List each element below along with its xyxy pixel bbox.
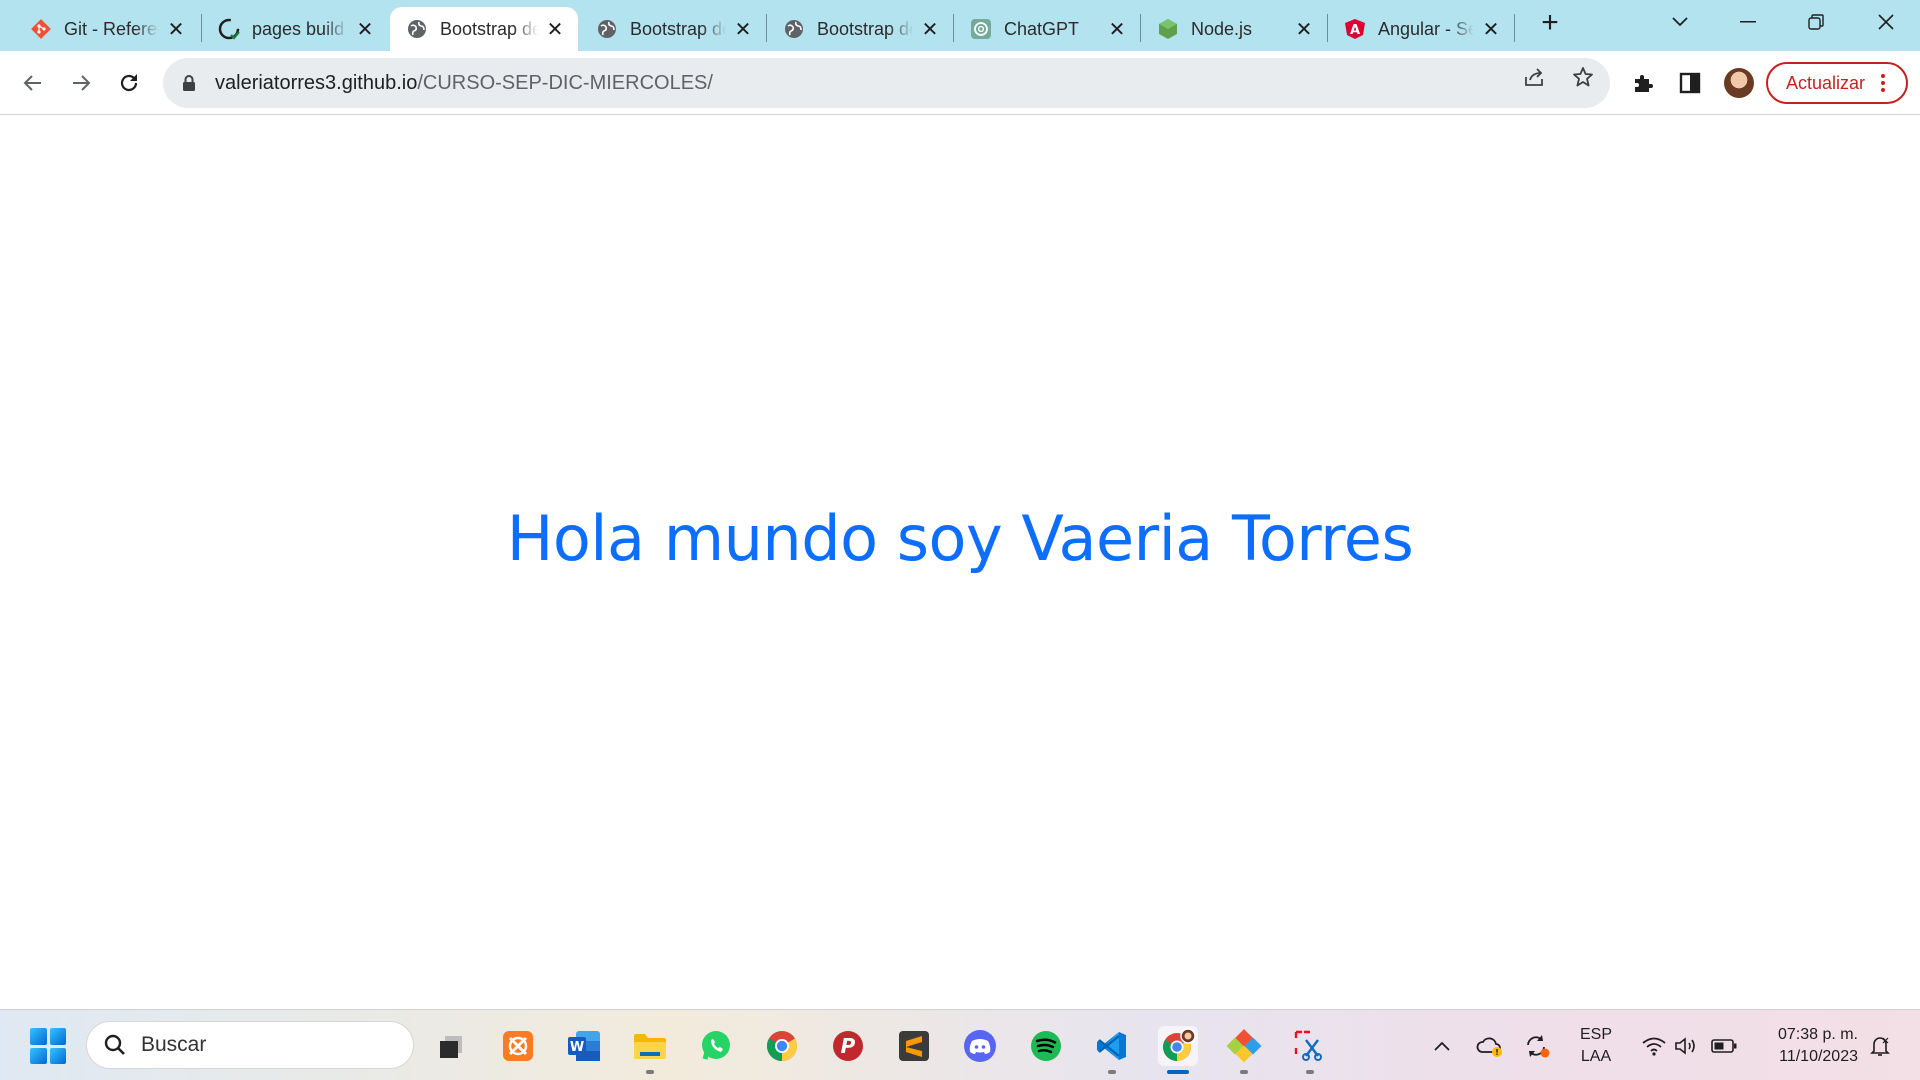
- chatgpt-icon: [970, 18, 992, 40]
- taskbar-search-input[interactable]: Buscar: [86, 1021, 414, 1069]
- windows-taskbar: Buscar W P ESP LAA 07:38 p. m. 11/10/202…: [0, 1009, 1920, 1080]
- update-chrome-button[interactable]: Actualizar: [1766, 62, 1908, 104]
- sync-icon[interactable]: [1524, 1032, 1552, 1060]
- running-indicator: [1240, 1070, 1248, 1074]
- globe-icon: [783, 18, 805, 40]
- globe-icon: [596, 18, 618, 40]
- tab-title: Angular - Setup: [1378, 18, 1474, 39]
- volume-icon[interactable]: [1672, 1032, 1700, 1060]
- close-icon[interactable]: ✕: [544, 18, 566, 41]
- search-placeholder: Buscar: [141, 1033, 207, 1056]
- tab-bootstrap-active[interactable]: Bootstrap demo ✕: [390, 7, 578, 51]
- new-tab-button[interactable]: +: [1535, 8, 1565, 39]
- share-icon[interactable]: [1521, 64, 1547, 90]
- tab-nodejs[interactable]: Node.js ✕: [1141, 7, 1327, 51]
- search-icon: [103, 1033, 127, 1057]
- reload-button[interactable]: [112, 66, 146, 100]
- notifications-bell-icon[interactable]: [1866, 1032, 1894, 1060]
- onedrive-warning-icon[interactable]: [1476, 1032, 1504, 1060]
- battery-icon[interactable]: [1710, 1032, 1738, 1060]
- tab-title: Git - Reference: [64, 18, 159, 39]
- git-gui-icon[interactable]: [1224, 1026, 1264, 1066]
- tab-title: pages build and deployment: [252, 18, 348, 39]
- svg-text:W: W: [570, 1040, 584, 1055]
- tab-title: Bootstrap demo: [630, 18, 726, 39]
- close-icon[interactable]: ✕: [1480, 18, 1502, 41]
- close-icon[interactable]: ✕: [919, 18, 941, 41]
- tab-title: Bootstrap demo: [817, 18, 913, 39]
- page-heading: Hola mundo soy Vaeria Torres: [506, 502, 1414, 575]
- discord-icon[interactable]: [960, 1026, 1000, 1066]
- tab-strip: Git - Reference ✕ pages build and deploy…: [0, 0, 1920, 51]
- clock-date: 11/10/2023: [1779, 1048, 1858, 1065]
- system-clock[interactable]: 07:38 p. m. 11/10/2023: [1758, 1024, 1858, 1068]
- running-indicator: [1108, 1070, 1116, 1074]
- more-vertical-icon[interactable]: [1881, 74, 1886, 92]
- tab-title: ChatGPT: [1004, 18, 1080, 39]
- active-indicator: [1167, 1070, 1189, 1074]
- extensions-puzzle-icon[interactable]: [1626, 66, 1660, 100]
- close-icon[interactable]: ✕: [732, 18, 754, 41]
- tab-bootstrap-3[interactable]: Bootstrap demo ✕: [767, 7, 953, 51]
- tab-pages-build[interactable]: pages build and deployment ✕: [202, 7, 388, 51]
- svg-text:A: A: [1350, 23, 1360, 38]
- page-viewport: Hola mundo soy Vaeria Torres: [0, 116, 1920, 1009]
- close-icon[interactable]: ✕: [1106, 18, 1128, 41]
- language-code: ESP: [1580, 1026, 1613, 1043]
- chrome-icon[interactable]: [762, 1026, 802, 1066]
- github-icon: [218, 18, 240, 40]
- tab-angular[interactable]: A Angular - Setup ✕: [1328, 7, 1514, 51]
- side-panel-icon[interactable]: [1673, 66, 1707, 100]
- word-icon[interactable]: W: [564, 1026, 604, 1066]
- forward-button[interactable]: [64, 66, 98, 100]
- snipping-tool-icon[interactable]: [1290, 1026, 1330, 1066]
- lock-icon[interactable]: [181, 74, 197, 92]
- globe-icon: [406, 18, 428, 40]
- url-text[interactable]: valeriatorres3.github.io/CURSO-SEP-DIC-M…: [215, 72, 713, 95]
- angular-icon: A: [1344, 18, 1366, 40]
- url-domain: valeriatorres3.github.io: [215, 71, 418, 94]
- xampp-icon[interactable]: [498, 1026, 538, 1066]
- close-window-button[interactable]: [1866, 5, 1906, 39]
- url-path: /CURSO-SEP-DIC-MIERCOLES/: [417, 71, 713, 94]
- folder-icon[interactable]: [630, 1026, 670, 1066]
- close-icon[interactable]: ✕: [1293, 18, 1315, 41]
- keyboard-layout: LAA: [1580, 1048, 1612, 1065]
- close-icon[interactable]: ✕: [165, 18, 187, 41]
- postman-icon[interactable]: P: [828, 1026, 868, 1066]
- back-button[interactable]: [16, 66, 50, 100]
- nodejs-icon: [1157, 18, 1179, 40]
- clock-time: 07:38 p. m.: [1777, 1026, 1858, 1043]
- profile-avatar[interactable]: [1724, 68, 1754, 98]
- chrome-profile-icon[interactable]: [1158, 1026, 1198, 1066]
- bookmark-star-icon[interactable]: [1570, 64, 1596, 90]
- tab-search-chevron-icon[interactable]: [1660, 5, 1700, 39]
- update-label: Actualizar: [1786, 72, 1866, 93]
- minimize-button[interactable]: [1728, 5, 1768, 39]
- vscode-icon[interactable]: [1092, 1026, 1132, 1066]
- task-view-icon[interactable]: [431, 1026, 471, 1066]
- running-indicator: [646, 1070, 654, 1074]
- running-indicator: [1306, 1070, 1314, 1074]
- tab-title: Node.js: [1191, 18, 1253, 39]
- input-language-indicator[interactable]: ESP LAA: [1580, 1024, 1612, 1068]
- sublime-text-icon[interactable]: [894, 1026, 934, 1066]
- close-icon[interactable]: ✕: [354, 18, 376, 41]
- tab-git-reference[interactable]: Git - Reference ✕: [14, 7, 199, 51]
- tab-separator: [1514, 14, 1515, 42]
- tab-chatgpt[interactable]: ChatGPT ✕: [954, 7, 1140, 51]
- wifi-icon[interactable]: [1640, 1032, 1668, 1060]
- chevron-up-icon[interactable]: [1428, 1032, 1456, 1060]
- address-bar[interactable]: valeriatorres3.github.io/CURSO-SEP-DIC-M…: [163, 58, 1610, 108]
- whatsapp-icon[interactable]: [696, 1026, 736, 1066]
- browser-toolbar: valeriatorres3.github.io/CURSO-SEP-DIC-M…: [0, 51, 1920, 115]
- svg-text:P: P: [841, 1034, 856, 1058]
- windows-start-icon[interactable]: [30, 1028, 66, 1064]
- tab-bootstrap-2[interactable]: Bootstrap demo ✕: [580, 7, 766, 51]
- tab-title: Bootstrap demo: [440, 18, 538, 39]
- git-icon: [30, 18, 52, 40]
- spotify-icon[interactable]: [1026, 1026, 1066, 1066]
- restore-button[interactable]: [1796, 5, 1836, 39]
